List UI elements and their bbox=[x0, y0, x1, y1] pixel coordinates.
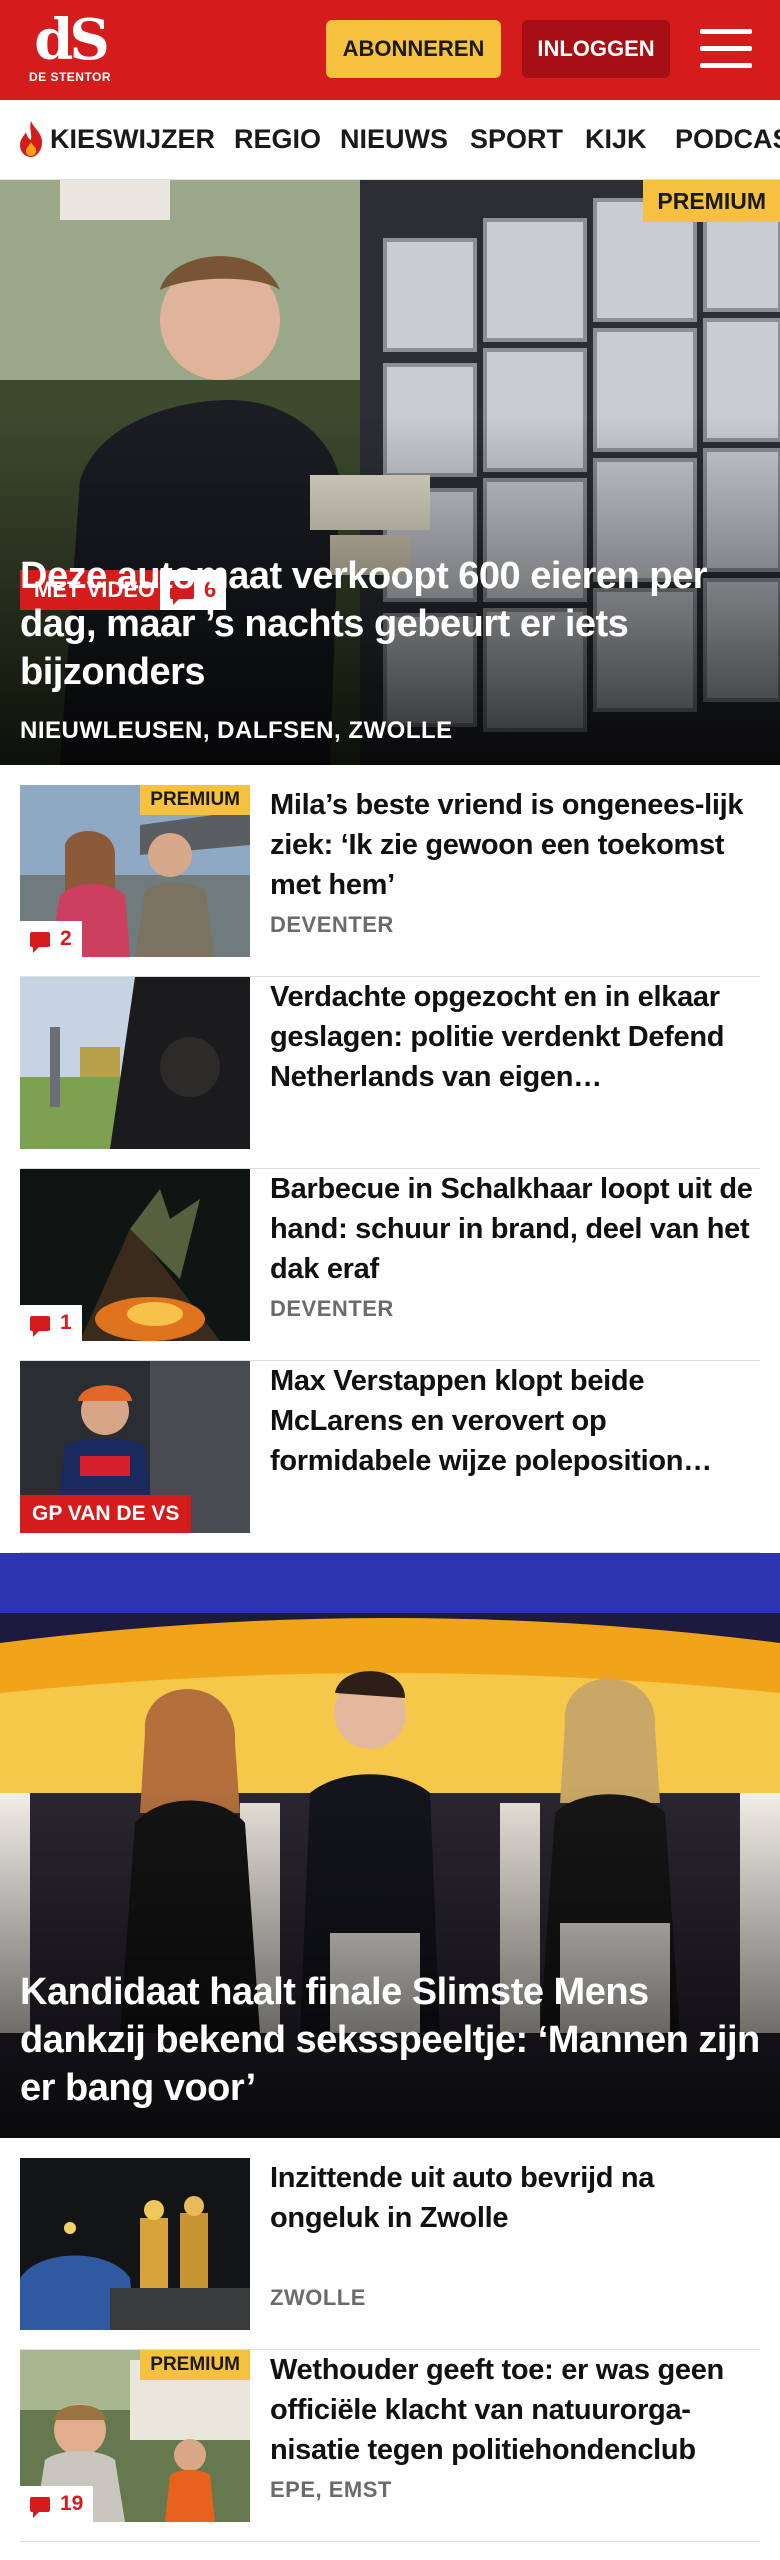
logo-mark: dS bbox=[34, 7, 110, 73]
site-header: dS DE STENTOR ABONNEREN INLOGGEN bbox=[0, 0, 780, 100]
nav-item-kieswijzer[interactable]: KIESWIJZER bbox=[50, 124, 215, 155]
comment-count: 2 bbox=[60, 927, 72, 950]
comment-count: 19 bbox=[60, 2492, 84, 2515]
article-thumbnail bbox=[20, 977, 250, 1149]
comment-count-badge[interactable]: 19 bbox=[20, 2486, 94, 2522]
article-location: DEVENTER bbox=[270, 912, 394, 937]
comment-icon bbox=[30, 2496, 50, 2518]
hamburger-menu-icon[interactable] bbox=[700, 27, 752, 71]
category-tag: GP VAN DE VS bbox=[20, 1495, 192, 1533]
article-item[interactable]: Inzittende uit auto bevrijd na ongeluk i… bbox=[20, 2158, 760, 2350]
comment-count-badge[interactable]: 1 bbox=[20, 1305, 82, 1341]
nav-item-regio[interactable]: REGIO bbox=[234, 124, 321, 155]
article-title[interactable]: Wethouder geeft toe: er was geen officië… bbox=[270, 2350, 760, 2470]
article-thumbnail: PREMIUM 19 bbox=[20, 2350, 250, 2522]
hero-location: NIEUWLEUSEN, DALFSEN, ZWOLLE bbox=[20, 717, 453, 744]
premium-badge: PREMIUM bbox=[643, 180, 780, 222]
nav-item-nieuws[interactable]: NIEUWS bbox=[340, 124, 448, 155]
hero-title[interactable]: Kandidaat haalt finale Slimste Mens dank… bbox=[20, 1968, 760, 2112]
article-location: ZWOLLE bbox=[270, 2285, 366, 2310]
logo-subtitle: DE STENTOR bbox=[28, 70, 112, 84]
article-item[interactable]: GP VAN DE VS Max Verstappen klopt beide … bbox=[20, 1361, 760, 1553]
article-thumbnail: PREMIUM 2 bbox=[20, 785, 250, 957]
hero-article-egg-machine[interactable]: PREMIUM MET VIDEO 6 Deze automaat verkoo… bbox=[0, 180, 780, 765]
site-logo[interactable]: dS DE STENTOR bbox=[20, 10, 120, 90]
article-title[interactable]: Barbecue in Schalkhaar loopt uit de hand… bbox=[270, 1169, 760, 1289]
article-item[interactable]: Verdachte opgezocht en in elkaar geslage… bbox=[20, 977, 760, 1169]
article-title[interactable]: Mila’s beste vriend is ongenees-lijk zie… bbox=[270, 785, 760, 905]
article-thumbnail: GP VAN DE VS bbox=[20, 1361, 250, 1533]
comment-count-badge[interactable]: 2 bbox=[20, 921, 82, 957]
nav-item-kijk[interactable]: KIJK bbox=[585, 124, 647, 155]
article-item[interactable]: PREMIUM 2 Mila’s beste vriend is ongenee… bbox=[20, 785, 760, 977]
hero-title[interactable]: Deze automaat verkoopt 600 eieren per da… bbox=[20, 552, 760, 696]
comment-count: 1 bbox=[60, 1311, 72, 1334]
premium-badge: PREMIUM bbox=[140, 785, 250, 815]
subscribe-button[interactable]: ABONNEREN bbox=[326, 20, 501, 78]
article-thumbnail bbox=[20, 2158, 250, 2330]
article-title[interactable]: Max Verstappen klopt beide McLarens en v… bbox=[270, 1361, 760, 1481]
article-title[interactable]: Inzittende uit auto bevrijd na ongeluk i… bbox=[270, 2158, 760, 2238]
hero-article-slimste-mens[interactable]: Kandidaat haalt finale Slimste Mens dank… bbox=[0, 1553, 780, 2138]
article-thumbnail: 1 bbox=[20, 1169, 250, 1341]
article-location: EPE, EMST bbox=[270, 2477, 392, 2502]
comment-icon bbox=[30, 1315, 50, 1337]
article-item[interactable]: PREMIUM 19 Wethouder geeft toe: er was g… bbox=[20, 2350, 760, 2542]
nav-item-podcasts[interactable]: PODCAS bbox=[675, 124, 780, 155]
article-item[interactable]: 1 Barbecue in Schalkhaar loopt uit de ha… bbox=[20, 1169, 760, 1361]
comment-icon bbox=[30, 931, 50, 953]
main-navigation: KIESWIJZER REGIO NIEUWS SPORT KIJK PODCA… bbox=[0, 100, 780, 180]
article-location: DEVENTER bbox=[270, 1296, 394, 1321]
flame-icon bbox=[20, 121, 43, 157]
nav-item-sport[interactable]: SPORT bbox=[470, 124, 563, 155]
article-title[interactable]: Verdachte opgezocht en in elkaar geslage… bbox=[270, 977, 760, 1097]
login-button[interactable]: INLOGGEN bbox=[522, 20, 670, 78]
premium-badge: PREMIUM bbox=[140, 2350, 250, 2380]
